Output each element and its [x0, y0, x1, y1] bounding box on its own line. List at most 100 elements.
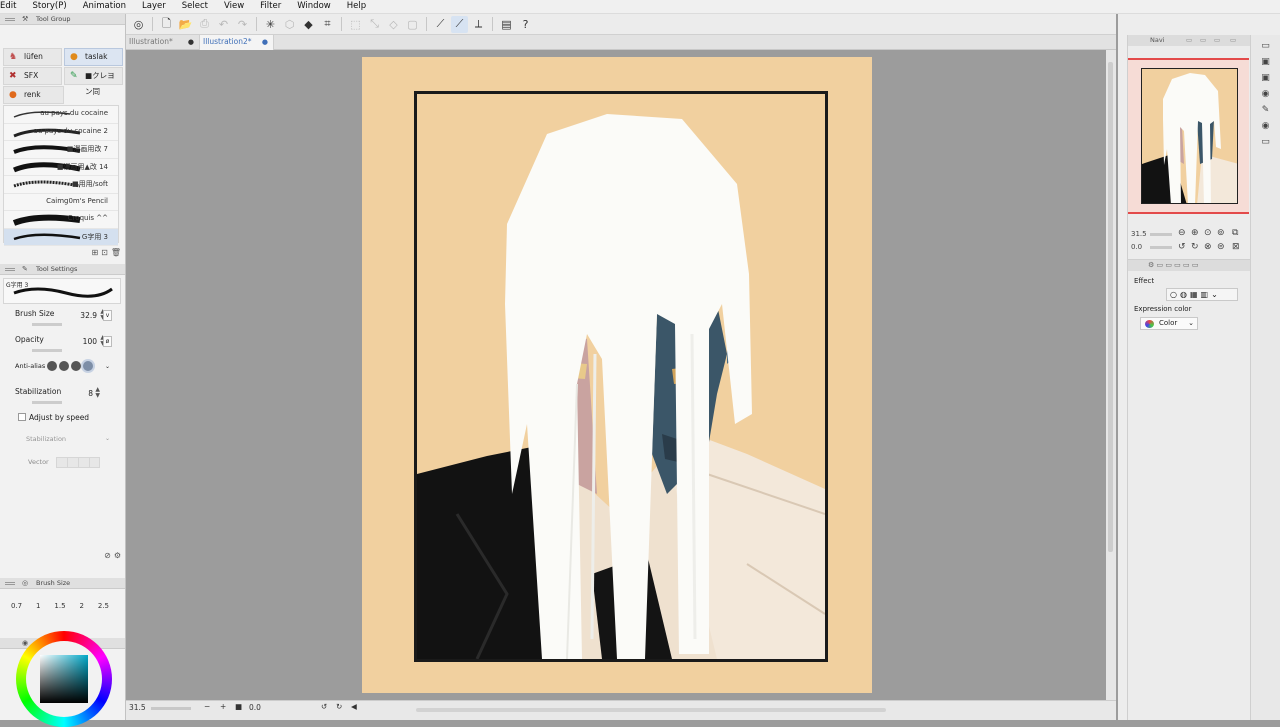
rotate-right-icon[interactable]: ↻ [1191, 242, 1199, 252]
open-folder-icon[interactable]: 📂 [177, 16, 194, 33]
scrollbar-thumb[interactable] [1108, 62, 1113, 552]
save-icon[interactable]: ⎙ [196, 16, 213, 33]
eye-icon[interactable]: ◉ [1260, 89, 1272, 99]
navigator-rotation-slider[interactable] [1150, 246, 1172, 249]
stabilization-slider[interactable] [32, 401, 62, 404]
tool-group-renk[interactable]: ● renk [3, 86, 64, 104]
brush-size-preset[interactable]: 1.5 [54, 602, 65, 610]
invert-icon[interactable]: ▢ [404, 16, 421, 33]
tab-icon[interactable]: ▭ [1214, 35, 1220, 45]
transform-icon[interactable]: ⤡ [366, 16, 383, 33]
zoom-slider[interactable] [151, 707, 191, 710]
tab-icon[interactable]: ▭ [1200, 35, 1206, 45]
close-dot-icon[interactable]: ● [262, 35, 268, 49]
zoom-value[interactable]: 31.5 [129, 703, 146, 712]
panel-grip[interactable] [5, 268, 15, 271]
tool-group-crayon[interactable]: ✎ ■クレヨン同 [64, 67, 123, 96]
brush-item[interactable]: au pays du cocaine [4, 106, 118, 124]
fit-icon[interactable]: ■ [235, 702, 242, 711]
artwork-frame[interactable] [414, 91, 828, 662]
menu-help[interactable]: Help [339, 0, 374, 14]
app-icon[interactable]: ◎ [130, 16, 147, 33]
brush-item[interactable]: ■用用/soft [4, 176, 118, 194]
tool-group-taslak[interactable]: ● taslak [64, 48, 123, 66]
navigator-zoom-slider[interactable] [1150, 233, 1172, 236]
tab-icon[interactable]: ▭ [1186, 35, 1192, 45]
eye-icon[interactable]: ◉ [1260, 121, 1272, 131]
copy-brush-icon[interactable]: ⊡ [101, 248, 108, 257]
tab-illustration2[interactable]: Illustration2* ● [200, 35, 274, 50]
menu-view[interactable]: View [216, 0, 252, 14]
menu-filter[interactable]: Filter [252, 0, 289, 14]
navigator-zoom-value[interactable]: 31.5 [1131, 230, 1147, 238]
close-dot-icon[interactable]: ● [188, 35, 194, 49]
fit-view-icon[interactable]: ⊙ [1204, 228, 1212, 238]
menu-story[interactable]: Story(P) [24, 0, 74, 14]
reset-rotation-icon[interactable]: ⊗ [1204, 242, 1212, 252]
brush-size-preset[interactable]: 2 [79, 602, 83, 610]
layer-thumb-icon[interactable]: ▭ [1260, 137, 1272, 147]
navigator-rotation-value[interactable]: 0.0 [1131, 243, 1142, 251]
antialias-strong[interactable] [83, 361, 93, 371]
navigator-thumbnail[interactable] [1141, 68, 1238, 204]
menu-select[interactable]: Select [174, 0, 216, 14]
redo-icon[interactable]: ↷ [234, 16, 251, 33]
flip-icon[interactable]: ⧉ [1232, 228, 1238, 238]
brush-item[interactable]: au pays du cocaine 2 [4, 123, 118, 141]
reference-icon[interactable]: ▤ [498, 16, 515, 33]
ruler-icon[interactable]: ⟋ [432, 16, 449, 33]
crop-icon[interactable]: ⌗ [319, 16, 336, 33]
brush-item-selected[interactable]: G字用 3 [4, 228, 118, 246]
snap-ruler-icon[interactable]: ⟋ [451, 15, 468, 33]
clear-icon[interactable]: ⬡ [281, 16, 298, 33]
reset-icon[interactable]: ⊘ [104, 551, 111, 560]
expression-color-select[interactable]: Color ⌄ [1140, 317, 1198, 330]
tab-icon[interactable]: ▭ [1230, 35, 1236, 45]
brush-item[interactable]: Caimg0m's Pencil [4, 193, 118, 211]
add-brush-icon[interactable]: ⊞ [91, 248, 98, 257]
deselect-icon[interactable]: ◇ [385, 16, 402, 33]
zoom-in-icon[interactable]: + [220, 702, 226, 711]
antialias-none[interactable] [47, 361, 57, 371]
wrench-icon[interactable]: ⚙ [114, 551, 121, 560]
pen-icon[interactable]: ✎ [1260, 105, 1272, 115]
fill-icon[interactable]: ◆ [300, 16, 317, 33]
saturation-value-square[interactable] [40, 655, 88, 703]
adjust-speed-checkbox[interactable] [18, 413, 26, 421]
antialias-medium[interactable] [71, 361, 81, 371]
menu-animation[interactable]: Animation [75, 0, 134, 14]
brush-item[interactable]: ■漫画用▲改 14 [4, 158, 118, 176]
loading-icon[interactable]: ✳ [262, 16, 279, 33]
color-wheel[interactable] [16, 631, 112, 727]
flip-vertical-icon[interactable]: ⊠ [1232, 242, 1240, 252]
horizontal-scrollbar[interactable] [416, 708, 886, 712]
opacity-toggle-icon[interactable]: ø [103, 336, 112, 347]
zoom-out-icon[interactable]: ⊖ [1178, 228, 1186, 238]
rotate-left-icon[interactable]: ↺ [1178, 242, 1186, 252]
opacity-slider[interactable] [32, 349, 62, 352]
flip-horizontal-icon[interactable]: ⊜ [1217, 242, 1225, 252]
reset-rotation-icon[interactable]: ◀ [351, 702, 357, 711]
menu-window[interactable]: Window [289, 0, 339, 14]
vertical-scrollbar[interactable] [1106, 50, 1116, 700]
brush-size-value[interactable]: 32.9 [80, 311, 97, 320]
snap-grid-icon[interactable]: ⟂ [470, 16, 487, 33]
antialias-weak[interactable] [59, 361, 69, 371]
brush-item[interactable]: ■漫画用改 7 [4, 141, 118, 159]
rotation-value[interactable]: 0.0 [249, 703, 261, 712]
brush-size-preset[interactable]: 0.7 [11, 602, 22, 610]
property-icon[interactable]: ⚙ ▭ ▭ ▭ ▭ ▭ [1148, 261, 1198, 269]
chevron-down-icon[interactable]: ⌄ [103, 362, 112, 373]
effect-buttons[interactable]: ○◍▦▥⌄ [1166, 288, 1238, 301]
zoom-out-icon[interactable]: − [204, 702, 210, 711]
help-icon[interactable]: ? [517, 16, 534, 33]
brush-size-preset[interactable]: 2.5 [98, 602, 109, 610]
actual-size-icon[interactable]: ⊚ [1217, 228, 1225, 238]
menu-layer[interactable]: Layer [134, 0, 174, 14]
layer-thumb-icon[interactable]: ▣ [1260, 73, 1272, 83]
menu-edit[interactable]: Edit [0, 0, 24, 14]
delete-brush-icon[interactable]: 🗑 [111, 248, 121, 257]
stabilization-value[interactable]: 8 [88, 389, 93, 398]
antialias-options[interactable] [47, 359, 93, 373]
selection-icon[interactable]: ⬚ [347, 16, 364, 33]
